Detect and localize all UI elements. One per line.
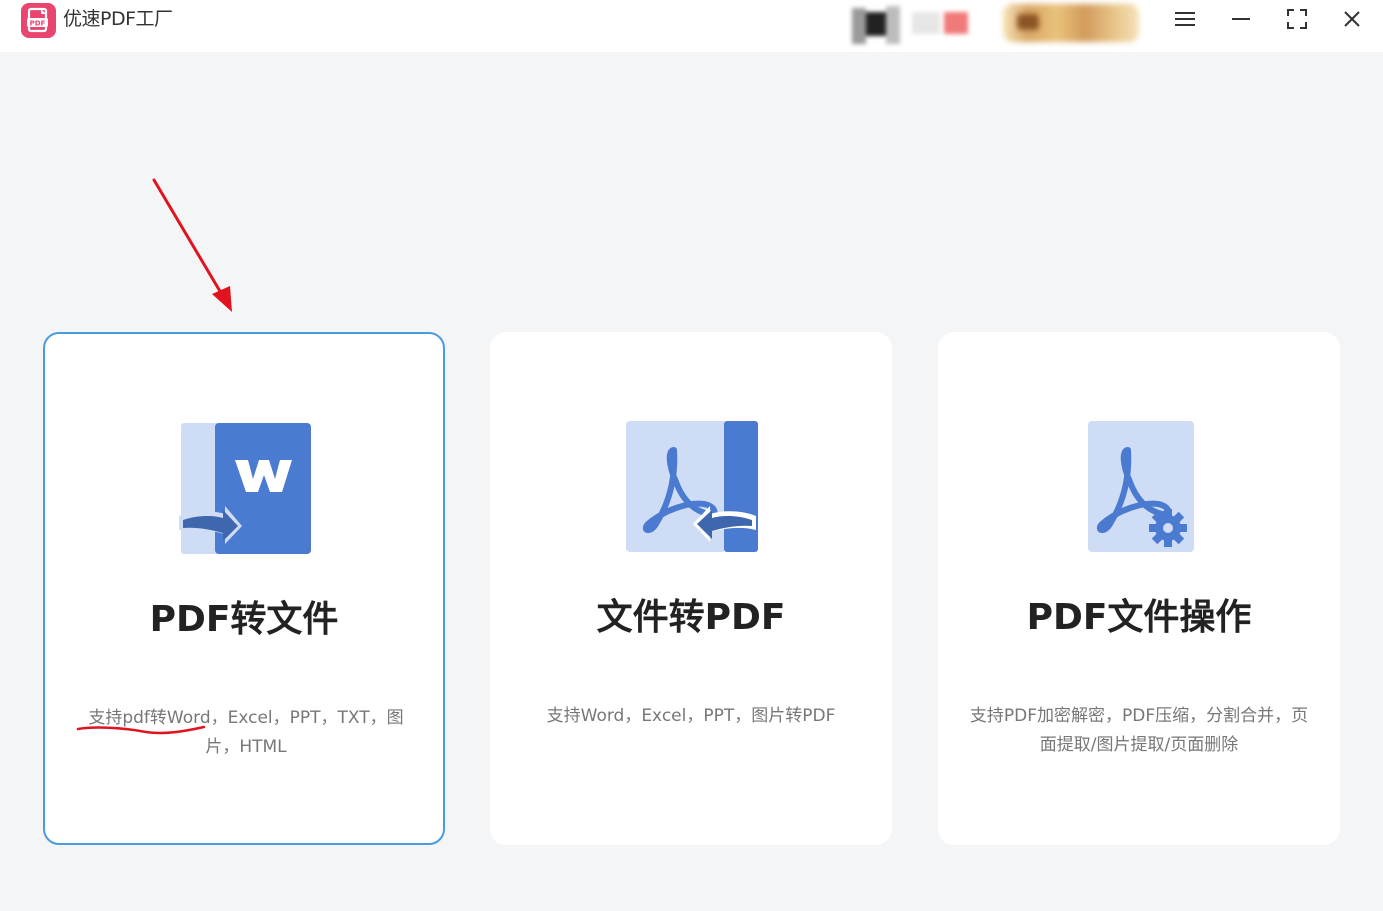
- annotation-arrow-icon: [140, 170, 250, 320]
- card-pdf-operations[interactable]: PDF文件操作 支持PDF加密解密，PDF压缩，分割合并，页面提取/图片提取/页…: [938, 332, 1340, 845]
- annotation-underline: [76, 722, 208, 738]
- svg-text:PDF: PDF: [30, 20, 46, 28]
- title-bar: PDF 优速PDF工厂: [0, 0, 1383, 52]
- fullscreen-icon[interactable]: [1279, 4, 1315, 36]
- card-description: 支持PDF加密解密，PDF压缩，分割合并，页面提取/图片提取/页面删除: [969, 706, 1309, 755]
- blurred-vip-badge[interactable]: [1003, 4, 1139, 42]
- file-to-pdf-icon: [624, 420, 758, 554]
- app-logo-icon: PDF: [21, 3, 56, 38]
- minimize-icon[interactable]: [1223, 4, 1259, 36]
- card-title: PDF转文件: [149, 599, 339, 640]
- card-file-to-pdf[interactable]: 文件转PDF 支持Word，Excel，PPT，图片转PDF: [490, 332, 892, 845]
- pdf-to-word-icon: [179, 422, 313, 556]
- close-icon[interactable]: [1334, 4, 1370, 36]
- pdf-settings-icon: [1072, 420, 1206, 554]
- card-title: 文件转PDF: [596, 597, 786, 638]
- card-description: 支持Word，Excel，PPT，图片转PDF: [546, 706, 836, 726]
- app-title: 优速PDF工厂: [63, 8, 173, 30]
- card-title: PDF文件操作: [1026, 597, 1252, 638]
- hamburger-menu-icon[interactable]: [1167, 4, 1203, 36]
- blurred-user-area[interactable]: [852, 2, 970, 46]
- card-pdf-to-file[interactable]: PDF转文件 支持pdf转Word，Excel，PPT，TXT，图片，HTML: [43, 332, 445, 845]
